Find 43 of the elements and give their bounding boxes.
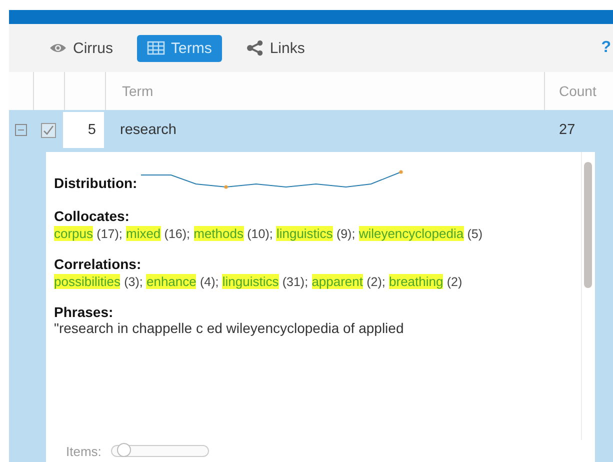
term-link[interactable]: enhance bbox=[146, 274, 196, 289]
slider-thumb[interactable] bbox=[116, 443, 131, 457]
term-count: (4); bbox=[200, 275, 219, 289]
tab[interactable]: Terms bbox=[137, 34, 222, 62]
column-header: Term bbox=[122, 83, 154, 99]
tab[interactable]: Links bbox=[236, 34, 315, 62]
term-count: (17); bbox=[96, 227, 122, 241]
phrase-text: "research in chappelle c ed wileyencyclopedia of applied bbox=[54, 320, 405, 336]
term-link[interactable]: methods bbox=[194, 226, 244, 241]
term-link[interactable]: breathing bbox=[389, 274, 444, 289]
term-link[interactable]: apparent bbox=[312, 274, 364, 289]
tab[interactable]: Cirrus bbox=[39, 34, 123, 62]
row-number: 5 bbox=[88, 122, 96, 138]
items-slider[interactable] bbox=[111, 445, 210, 457]
checkbox[interactable] bbox=[40, 122, 56, 138]
collapse-icon[interactable] bbox=[15, 124, 27, 136]
term-count: (31); bbox=[282, 275, 308, 289]
section-label: Distribution: bbox=[54, 175, 138, 191]
section-label: Collocates: bbox=[54, 208, 130, 224]
term-link[interactable]: mixed bbox=[126, 226, 161, 241]
items-label: Items: bbox=[66, 444, 102, 458]
grid-icon bbox=[147, 41, 165, 55]
scrollbar-thumb[interactable] bbox=[584, 162, 592, 288]
term-link[interactable]: wileyencyclopedia bbox=[358, 226, 464, 241]
term-count: (10); bbox=[247, 227, 273, 241]
term-link[interactable]: corpus bbox=[54, 226, 94, 241]
table-cell: research bbox=[120, 122, 176, 138]
share-icon bbox=[246, 40, 264, 56]
term-link[interactable]: linguistics bbox=[222, 274, 279, 289]
section-label: Phrases: bbox=[54, 304, 114, 320]
term-count: (2) bbox=[446, 275, 462, 289]
term-count: (5) bbox=[467, 227, 482, 241]
eye-icon bbox=[49, 42, 67, 54]
term-count: (9); bbox=[336, 227, 356, 241]
term-link[interactable]: possibilities bbox=[54, 274, 120, 289]
term-link[interactable]: linguistics bbox=[276, 226, 333, 241]
column-header: Count bbox=[559, 83, 596, 99]
table-cell: 27 bbox=[559, 122, 576, 138]
term-count: (2); bbox=[366, 275, 386, 289]
term-count: (16); bbox=[164, 227, 190, 241]
section-label: Correlations: bbox=[54, 256, 142, 272]
term-count: (3); bbox=[124, 275, 143, 289]
help-button[interactable]: ? bbox=[601, 39, 611, 57]
